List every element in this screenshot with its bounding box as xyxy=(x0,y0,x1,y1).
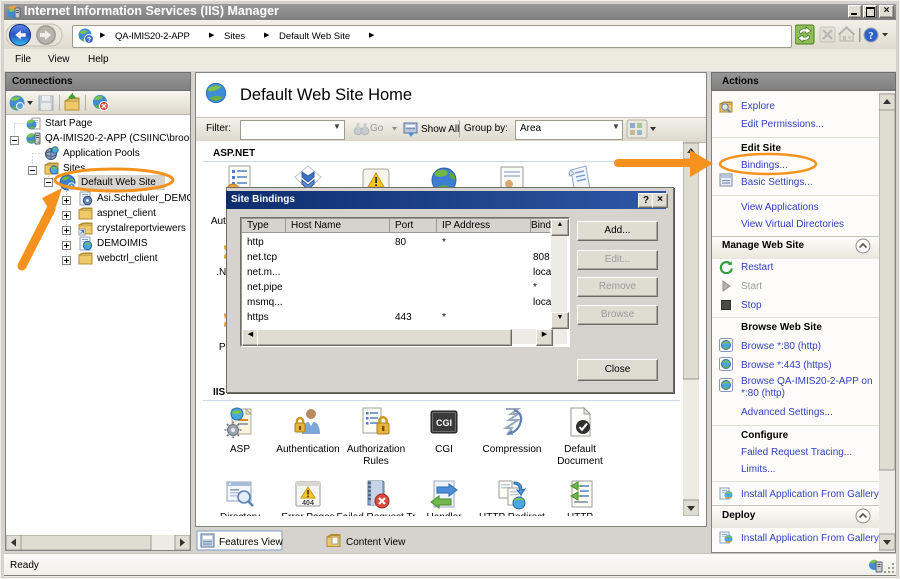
svg-text:404: 404 xyxy=(302,500,314,507)
svg-text:Content View: Content View xyxy=(346,537,406,548)
svg-text:?: ? xyxy=(87,37,91,44)
svg-text:?: ? xyxy=(869,31,874,42)
svg-text:Features View: Features View xyxy=(219,537,284,548)
svg-text:CGI: CGI xyxy=(436,418,452,428)
